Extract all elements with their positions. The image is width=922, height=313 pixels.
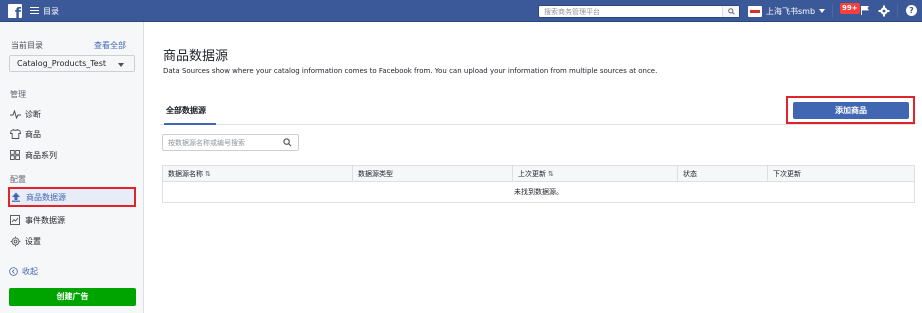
sidebar-item-label: 商品	[25, 129, 41, 139]
account-avatar	[748, 5, 762, 17]
notification-badge: 99+	[840, 3, 860, 14]
data-sources-table: 数据源名称 ⇅ 数据源类型 上次更新 ⇅ 状态 下次更新 未找到数据源。	[162, 165, 915, 203]
catalog-select[interactable]: Catalog_Products_Test	[9, 55, 135, 72]
top-navigation-bar: f 目录 上海飞书smb 99+ ?	[0, 0, 922, 22]
pulse-icon	[9, 108, 21, 120]
active-tab-indicator	[164, 123, 216, 125]
sidebar-item-product-sources[interactable]: 商品数据源	[8, 187, 136, 207]
hamburger-icon	[30, 7, 39, 15]
tabs-row: 全部数据源 添加商品	[160, 96, 915, 125]
collapse-sidebar-link[interactable]: 收起	[9, 266, 38, 277]
menu-toggle-label: 目录	[43, 6, 59, 16]
section-label-config: 配置	[10, 175, 26, 184]
data-source-search-box	[162, 134, 299, 151]
column-header-label: 数据源类型	[358, 170, 393, 178]
caret-down-icon	[118, 63, 124, 67]
collapse-label: 收起	[22, 267, 38, 276]
sort-icon: ⇅	[205, 170, 211, 178]
business-search-input[interactable]	[539, 6, 722, 17]
gear-icon[interactable]	[878, 5, 890, 17]
data-source-search-input[interactable]	[163, 135, 278, 150]
current-catalog-label: 当前目录	[11, 41, 43, 50]
divider	[897, 4, 898, 18]
search-button[interactable]	[722, 6, 739, 17]
catalog-menu-toggle[interactable]: 目录	[30, 5, 59, 17]
sidebar-item-label: 事件数据源	[25, 215, 65, 225]
collapse-icon	[9, 267, 18, 276]
column-header-label: 状态	[683, 170, 697, 178]
search-icon	[728, 8, 735, 15]
business-search-box	[538, 5, 740, 18]
tab-all-data-sources[interactable]: 全部数据源	[166, 105, 206, 116]
shirt-icon	[9, 128, 21, 140]
column-header-last-updated[interactable]: 上次更新 ⇅	[513, 166, 678, 182]
caret-down-icon	[819, 9, 826, 13]
settings-icon	[9, 235, 21, 247]
create-ad-button[interactable]: 创建广告	[9, 288, 136, 306]
sidebar-item-settings[interactable]: 设置	[9, 233, 136, 249]
sidebar-item-label: 商品系列	[25, 150, 57, 160]
sidebar-item-diagnostics[interactable]: 诊断	[9, 106, 136, 122]
highlight-frame: 添加商品	[786, 96, 915, 124]
page-description: Data Sources show where your catalog inf…	[163, 67, 658, 75]
search-icon[interactable]	[283, 138, 292, 147]
account-switcher[interactable]: 上海飞书smb	[748, 5, 826, 17]
facebook-logo-icon[interactable]: f	[8, 4, 22, 18]
divider	[832, 4, 833, 18]
sidebar-item-event-sources[interactable]: 事件数据源	[9, 212, 136, 228]
add-product-button[interactable]: 添加商品	[793, 102, 909, 119]
sidebar-item-label: 商品数据源	[26, 192, 66, 202]
column-header-label: 下次更新	[773, 170, 801, 178]
sidebar: 当前目录 查看全部 Catalog_Products_Test 管理 诊断 商品…	[0, 22, 144, 313]
flag-icon[interactable]	[861, 6, 869, 15]
event-icon	[9, 214, 21, 226]
section-label-manage: 管理	[10, 90, 26, 99]
table-header: 数据源名称 ⇅ 数据源类型 上次更新 ⇅ 状态 下次更新	[163, 166, 914, 182]
column-header-status[interactable]: 状态	[678, 166, 768, 182]
sidebar-item-products[interactable]: 商品	[9, 126, 136, 142]
page-title: 商品数据源	[163, 49, 229, 64]
column-header-label: 数据源名称	[168, 170, 203, 178]
sidebar-item-label: 诊断	[25, 109, 41, 119]
grid-icon	[9, 149, 21, 161]
column-header-next-update[interactable]: 下次更新	[768, 166, 914, 182]
column-header-type[interactable]: 数据源类型	[353, 166, 513, 182]
column-header-label: 上次更新	[518, 170, 546, 178]
view-all-link[interactable]: 查看全部	[94, 40, 126, 51]
sort-icon: ⇅	[548, 170, 554, 178]
upload-icon	[10, 191, 22, 203]
account-name: 上海飞书smb	[766, 6, 816, 16]
sidebar-item-label: 设置	[25, 236, 41, 246]
empty-state-message: 未找到数据源。	[514, 188, 563, 196]
notifications-button[interactable]: 99+	[840, 3, 862, 19]
help-icon[interactable]: ?	[906, 5, 917, 16]
sidebar-item-product-sets[interactable]: 商品系列	[9, 147, 136, 163]
catalog-select-value: Catalog_Products_Test	[17, 59, 107, 68]
column-header-name[interactable]: 数据源名称 ⇅	[163, 166, 353, 182]
